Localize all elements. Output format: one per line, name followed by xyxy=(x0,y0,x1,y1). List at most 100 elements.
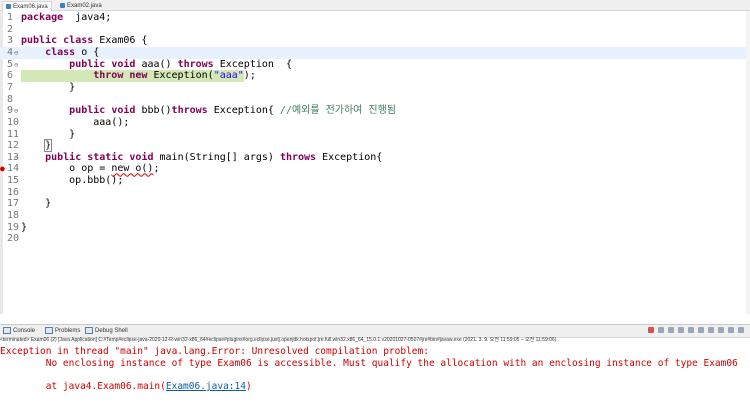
terminate-icon[interactable] xyxy=(648,327,654,333)
code-token: Exception{ xyxy=(316,151,383,163)
code-token: ); xyxy=(243,70,256,82)
code-token: static xyxy=(87,151,124,163)
code-text: aaa(); xyxy=(21,117,129,129)
pin-console-icon[interactable] xyxy=(698,327,704,333)
code-token: class xyxy=(63,35,94,47)
code-text: throw new Exception("aaa"); xyxy=(21,70,256,82)
code-token: main(String[] args) xyxy=(153,151,280,163)
code-token: void xyxy=(129,151,154,163)
code-line[interactable]: 12 } xyxy=(0,139,750,153)
code-line[interactable]: 18 xyxy=(0,210,750,222)
line-number: 8 xyxy=(7,93,14,105)
tab-label: Exam06.java xyxy=(13,3,48,10)
code-line[interactable]: 20 xyxy=(0,233,750,245)
tab-exam02-java[interactable]: Exam02.java xyxy=(60,1,102,10)
fold-toggle-icon[interactable]: ⊖ xyxy=(14,59,18,71)
code-token: } xyxy=(21,221,28,233)
stack-trace-link[interactable]: Exam06.java:14 xyxy=(166,381,246,392)
code-line[interactable]: 8 xyxy=(0,94,750,106)
code-line[interactable]: 1 package java4; xyxy=(0,12,750,24)
console-launch-status: <terminated> Exam06 (2) [Java Applicatio… xyxy=(0,337,557,343)
tab-console[interactable]: Console xyxy=(3,327,35,334)
code-text: } xyxy=(21,82,75,94)
code-line[interactable]: 15 op.bbb(); xyxy=(0,175,750,187)
problems-icon xyxy=(45,327,53,334)
code-token: "aaa" xyxy=(213,70,244,82)
tab-label: Exam02.java xyxy=(67,2,102,9)
code-token: Exception { xyxy=(213,58,292,70)
line-number: 17 xyxy=(7,198,20,210)
fold-toggle-icon[interactable]: ⊖ xyxy=(14,47,18,59)
tab-problems[interactable]: Problems xyxy=(45,327,80,334)
console-error-line-1: Exception in thread "main" java.lang.Err… xyxy=(0,346,429,357)
debug-shell-icon xyxy=(85,327,93,334)
line-number: 12 xyxy=(7,140,20,152)
remove-all-icon[interactable] xyxy=(668,327,674,333)
code-token: void xyxy=(111,105,136,117)
word-wrap-icon[interactable] xyxy=(688,327,694,333)
code-token: ; xyxy=(153,163,160,175)
line-number: 7 xyxy=(7,81,14,93)
minimize-icon[interactable] xyxy=(728,327,734,333)
line-number: 10 xyxy=(7,116,20,128)
editor-scrollbar[interactable] xyxy=(746,11,750,314)
code-line[interactable]: 13 ⊖ public static void main(String[] arg… xyxy=(0,152,750,164)
code-editor[interactable]: 1 package java4; 2 3 public class Exam06 {4 ⊖… xyxy=(0,11,750,314)
code-line[interactable]: 9 ⊖ public void bbb()throws Exception{ //… xyxy=(0,105,750,117)
tab-label: Problems xyxy=(55,327,81,334)
code-token: o op = xyxy=(21,163,112,175)
code-line[interactable]: 6 throw new Exception("aaa"); xyxy=(0,70,750,83)
code-line[interactable]: ● 14 o op = new o(); xyxy=(0,163,750,175)
java-file-icon xyxy=(60,3,65,8)
code-token: public xyxy=(69,105,106,117)
scroll-lock-icon[interactable] xyxy=(678,327,684,333)
line-number: 11 xyxy=(7,128,20,140)
display-console-icon[interactable] xyxy=(708,327,714,333)
code-token: op.bbb(); xyxy=(21,175,124,187)
code-token: public xyxy=(21,35,58,47)
code-token: new o() xyxy=(111,163,154,175)
remove-launch-icon[interactable] xyxy=(658,327,664,333)
code-token: public xyxy=(45,151,82,163)
line-number: 18 xyxy=(7,210,20,222)
code-token: aaa() xyxy=(135,58,178,70)
code-text: public void aaa() throws Exception { xyxy=(21,59,292,71)
line-number: 14 xyxy=(7,163,20,175)
tab-debug-shell[interactable]: Debug Shell xyxy=(85,327,128,334)
error-marker-icon[interactable]: ● xyxy=(0,163,5,175)
code-token: } xyxy=(21,198,52,210)
code-line[interactable]: 19} xyxy=(0,222,750,234)
fold-toggle-icon[interactable]: ⊖ xyxy=(14,105,18,117)
line-number: 15 xyxy=(7,175,20,187)
code-line[interactable]: 17 } xyxy=(0,198,750,210)
code-line[interactable]: 2 xyxy=(0,24,750,36)
code-text: o op = new o(); xyxy=(21,163,160,175)
code-token: } xyxy=(44,139,53,153)
fold-toggle-icon[interactable]: ⊖ xyxy=(14,152,18,164)
tab-exam06-java[interactable]: Exam06.java xyxy=(2,1,52,11)
console-icon xyxy=(3,327,11,334)
code-token: Exam06 { xyxy=(93,35,148,47)
code-line[interactable]: 16 xyxy=(0,187,750,199)
line-number: 2 xyxy=(7,23,14,35)
open-console-icon[interactable] xyxy=(718,327,724,333)
code-line[interactable]: 10 aaa(); xyxy=(0,117,750,129)
tab-label: Debug Shell xyxy=(95,327,128,334)
code-token: throws xyxy=(177,58,214,70)
line-number: 1 xyxy=(7,12,14,23)
tab-label: Console xyxy=(13,327,36,334)
maximize-icon[interactable] xyxy=(738,327,744,333)
code-token: throw xyxy=(93,70,124,82)
line-number: 3 xyxy=(7,35,14,47)
code-line[interactable]: 7 } xyxy=(0,82,750,94)
code-line[interactable]: 11 } xyxy=(0,129,750,141)
code-line[interactable]: 3 public class Exam06 { xyxy=(0,35,750,47)
code-line[interactable]: 5 ⊖ public void aaa() throws Exception { xyxy=(0,59,750,71)
code-text: } xyxy=(21,129,75,141)
code-line[interactable]: 4 ⊖ class o { xyxy=(0,46,750,59)
